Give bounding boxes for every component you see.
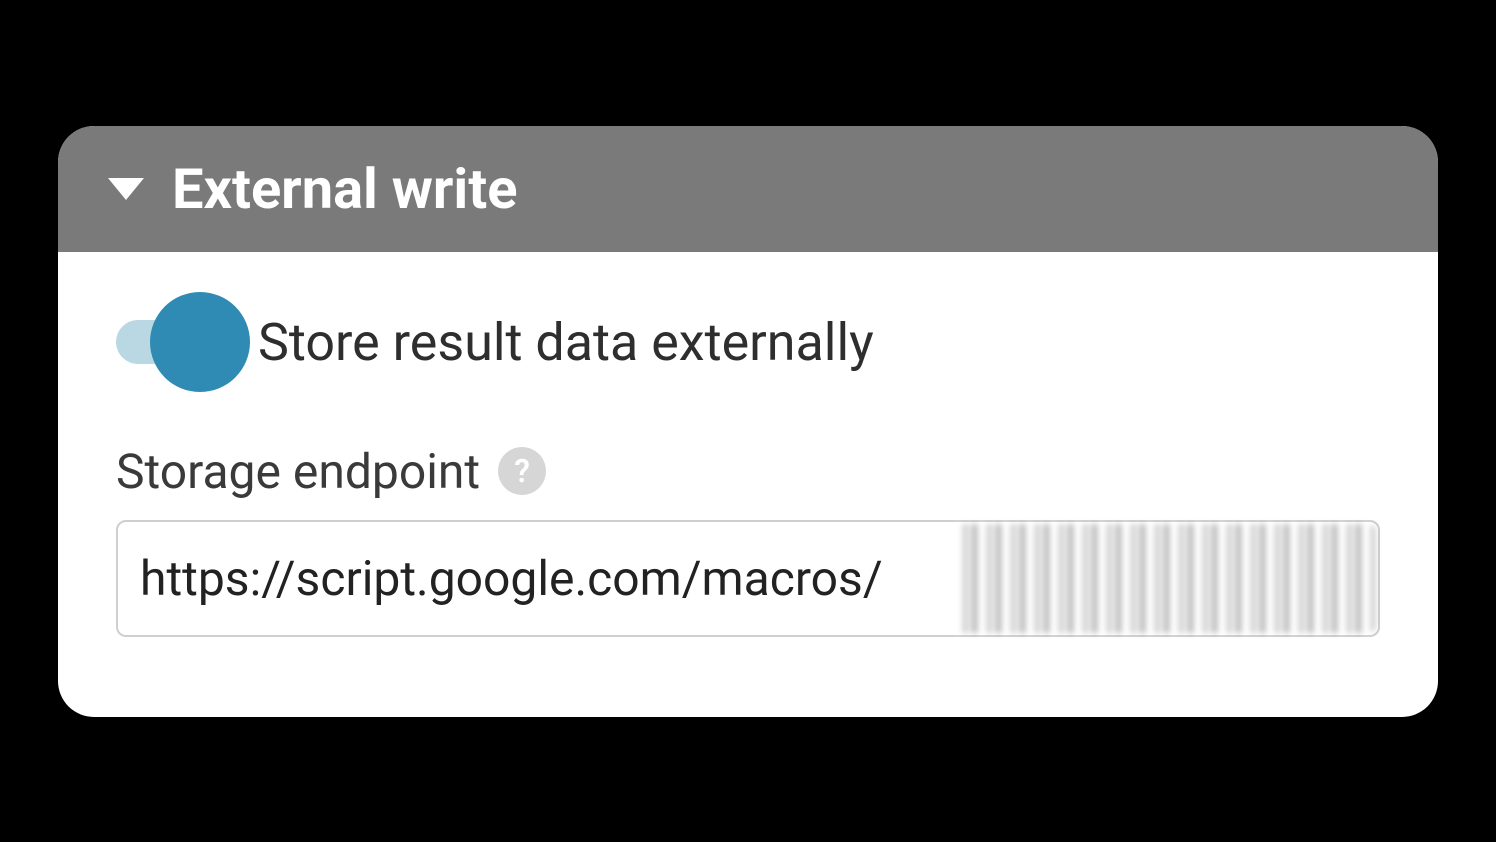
endpoint-label: Storage endpoint: [116, 443, 480, 500]
endpoint-input-wrapper: [116, 520, 1380, 637]
store-externally-toggle[interactable]: [116, 312, 236, 372]
store-externally-label: Store result data externally: [258, 312, 874, 373]
endpoint-label-row: Storage endpoint ?: [116, 443, 1380, 500]
storage-endpoint-input[interactable]: [116, 520, 1380, 637]
chevron-down-icon: [108, 178, 144, 200]
external-write-panel: External write Store result data externa…: [58, 126, 1438, 717]
store-externally-row: Store result data externally: [116, 312, 1380, 373]
panel-body: Store result data externally Storage end…: [58, 252, 1438, 717]
toggle-thumb: [150, 292, 250, 392]
panel-title: External write: [172, 156, 517, 222]
help-icon[interactable]: ?: [498, 447, 546, 495]
panel-header[interactable]: External write: [58, 126, 1438, 252]
